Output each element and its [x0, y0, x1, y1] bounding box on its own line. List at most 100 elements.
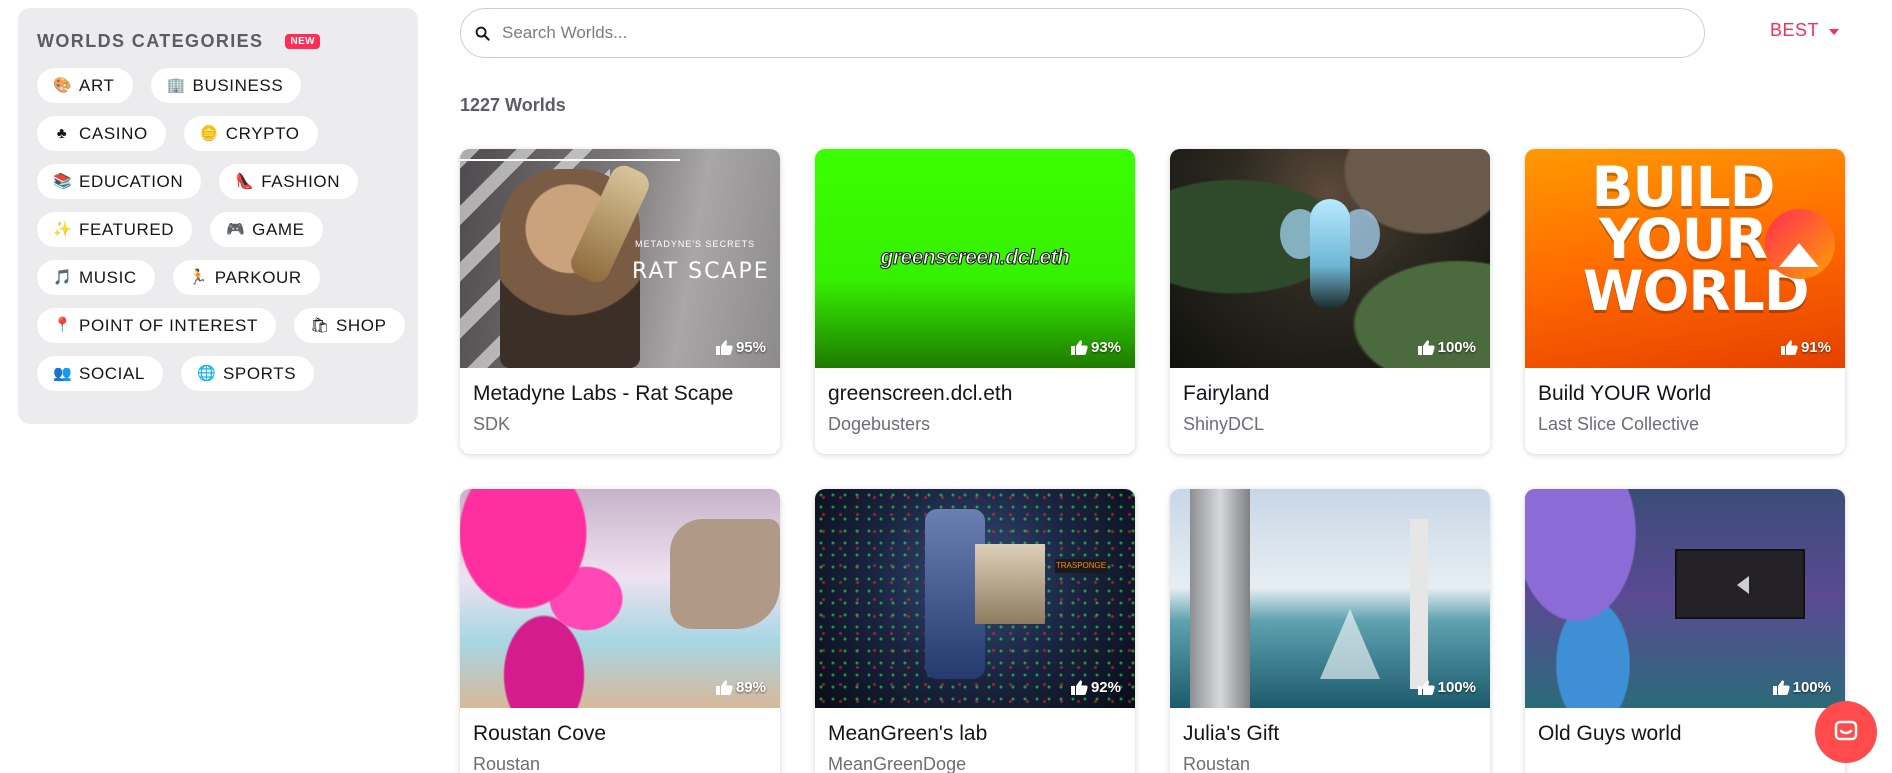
- people-icon: 👥: [53, 365, 73, 382]
- category-chip-label: GAME: [252, 219, 305, 239]
- thumb-logo: BUILD YOUR WORLD: [1583, 155, 1809, 323]
- thumbs-up-icon: [715, 340, 733, 355]
- world-card[interactable]: 100% Julia's Gift Roustan: [1170, 489, 1490, 773]
- category-chip-label: PARKOUR: [214, 267, 302, 287]
- thumb-art: [1410, 519, 1428, 689]
- categories-sidebar: WORLDS CATEGORIES NEW 🎨 ART 🏢 BUSINESS ♣ CASI…: [18, 8, 418, 424]
- rating-badge: 91%: [1780, 339, 1831, 356]
- category-chip-label: FEATURED: [79, 219, 175, 239]
- thumb-logo: greenscreen.dcl.eth: [880, 246, 1070, 270]
- club-suit-icon: ♣: [56, 125, 68, 142]
- category-chip-fashion[interactable]: 👠 FASHION: [219, 164, 359, 199]
- thumbs-up-icon: [715, 680, 733, 695]
- world-card[interactable]: TRASPONGE 92% MeanGreen's lab MeanGreenDoge: [815, 489, 1135, 773]
- rating-badge: 92%: [1070, 679, 1121, 696]
- search-bar[interactable]: [460, 8, 1705, 58]
- game-controller-icon: 🎮: [226, 221, 246, 238]
- thumb-art: [1310, 199, 1350, 309]
- thumb-art: [460, 159, 680, 161]
- world-author: Dogebusters: [828, 414, 931, 434]
- thumb-art: [1190, 489, 1250, 708]
- music-note-icon: 🎵: [53, 269, 73, 286]
- rating-badge: 95%: [715, 339, 766, 356]
- world-author: MeanGreenDoge: [828, 754, 967, 773]
- search-icon: [475, 26, 490, 41]
- category-chip-parkour[interactable]: 🏃 PARKOUR: [172, 260, 320, 295]
- world-author: Roustan: [1183, 754, 1251, 773]
- map-pin-icon: 📍: [53, 317, 73, 334]
- sidebar-header: WORLDS CATEGORIES NEW: [37, 30, 399, 52]
- category-chip-shop[interactable]: 🛍 SHOP: [293, 308, 405, 343]
- category-chip-sports[interactable]: 🌐 SPORTS: [180, 356, 315, 391]
- world-author: Last Slice Collective: [1538, 414, 1700, 434]
- category-chip-music[interactable]: 🎵 MUSIC: [37, 260, 155, 295]
- sort-dropdown[interactable]: BEST: [1770, 20, 1840, 41]
- world-thumbnail: 100%: [1170, 489, 1490, 708]
- thumb-logo-subtitle: METADYNE'S SECRETS: [635, 239, 756, 249]
- globe-ball-icon: 🌐: [196, 365, 217, 382]
- world-card[interactable]: BUILD YOUR WORLD 91% Build YOUR World Last …: [1525, 149, 1845, 454]
- world-thumbnail: BUILD YOUR WORLD 91%: [1525, 149, 1845, 368]
- world-thumbnail: greenscreen.dcl.eth 93%: [815, 149, 1135, 368]
- world-thumbnail: 100%: [1525, 489, 1845, 708]
- world-title: Old Guys world: [1538, 722, 1682, 745]
- world-title: Metadyne Labs - Rat Scape: [473, 382, 734, 405]
- category-chip-point-of-interest[interactable]: 📍 POINT OF INTEREST: [37, 308, 276, 343]
- category-chip-casino[interactable]: ♣ CASINO: [37, 116, 166, 151]
- chat-button[interactable]: [1815, 701, 1877, 763]
- world-card[interactable]: 89% Roustan Cove Roustan: [460, 489, 780, 773]
- world-card[interactable]: 100% Old Guys world: [1525, 489, 1845, 773]
- rating-badge: 93%: [1070, 339, 1121, 356]
- category-chip-crypto[interactable]: 🪙 CRYPTO: [183, 116, 318, 151]
- rating-badge: 100%: [1772, 679, 1831, 696]
- category-chip-label: SPORTS: [222, 363, 297, 383]
- search-input[interactable]: [502, 23, 1602, 43]
- rating-value: 89%: [735, 679, 766, 696]
- chat-icon: [1834, 720, 1858, 741]
- category-chip-label: POINT OF INTEREST: [79, 315, 258, 335]
- category-chip-education[interactable]: 📚 EDUCATION: [37, 164, 202, 199]
- category-chip-business[interactable]: 🏢 BUSINESS: [150, 68, 302, 103]
- rating-value: 100%: [1437, 339, 1476, 356]
- rating-value: 95%: [735, 339, 766, 356]
- thumb-logo: RAT SCAPE: [632, 259, 770, 284]
- rating-value: 100%: [1437, 679, 1476, 696]
- category-chip-featured[interactable]: ✨ FEATURED: [37, 212, 193, 247]
- thumb-art: [1675, 549, 1805, 619]
- world-card[interactable]: METADYNE'S SECRETS RAT SCAPE 95% Metadyne L…: [460, 149, 780, 454]
- category-chip-label: EDUCATION: [79, 171, 184, 191]
- thumb-sign: TRASPONGE: [1055, 559, 1107, 573]
- thumb-art: [1320, 609, 1380, 679]
- rating-value: 93%: [1090, 339, 1121, 356]
- books-icon: 📚: [53, 173, 73, 190]
- world-author: SDK: [473, 414, 511, 434]
- chevron-down-icon: [1829, 28, 1840, 35]
- world-card[interactable]: greenscreen.dcl.eth 93% greenscreen.dcl.et…: [815, 149, 1135, 454]
- category-chip-game[interactable]: 🎮 GAME: [210, 212, 323, 247]
- world-card[interactable]: 100% Fairyland ShinyDCL: [1170, 149, 1490, 454]
- thumb-art: [460, 489, 670, 708]
- category-chip-label: FASHION: [261, 171, 341, 191]
- world-thumbnail: TRASPONGE 92%: [815, 489, 1135, 708]
- rating-badge: 89%: [715, 679, 766, 696]
- chip-row: 📍 POINT OF INTEREST 🛍 SHOP: [37, 308, 405, 343]
- thumb-art: [975, 544, 1045, 624]
- category-chip-label: CRYPTO: [225, 123, 300, 143]
- world-thumbnail: METADYNE'S SECRETS RAT SCAPE 95%: [460, 149, 780, 368]
- rating-value: 92%: [1090, 679, 1121, 696]
- chip-row: 🎨 ART 🏢 BUSINESS: [37, 68, 399, 103]
- palette-icon: 🎨: [53, 77, 73, 94]
- thumbs-up-icon: [1780, 340, 1798, 355]
- sidebar-title: WORLDS CATEGORIES: [37, 30, 264, 51]
- rating-value: 100%: [1792, 679, 1831, 696]
- thumbs-up-icon: [1417, 340, 1435, 355]
- rating-badge: 100%: [1417, 679, 1476, 696]
- shopping-bags-icon: 🛍: [309, 317, 330, 334]
- category-chip-social[interactable]: 👥 SOCIAL: [37, 356, 163, 391]
- category-chip-art[interactable]: 🎨 ART: [37, 68, 133, 103]
- coin-icon: 🪙: [199, 125, 220, 142]
- rating-badge: 100%: [1417, 339, 1476, 356]
- world-title: MeanGreen's lab: [828, 722, 988, 745]
- office-building-icon: 🏢: [166, 77, 186, 94]
- thumbs-up-icon: [1070, 680, 1088, 695]
